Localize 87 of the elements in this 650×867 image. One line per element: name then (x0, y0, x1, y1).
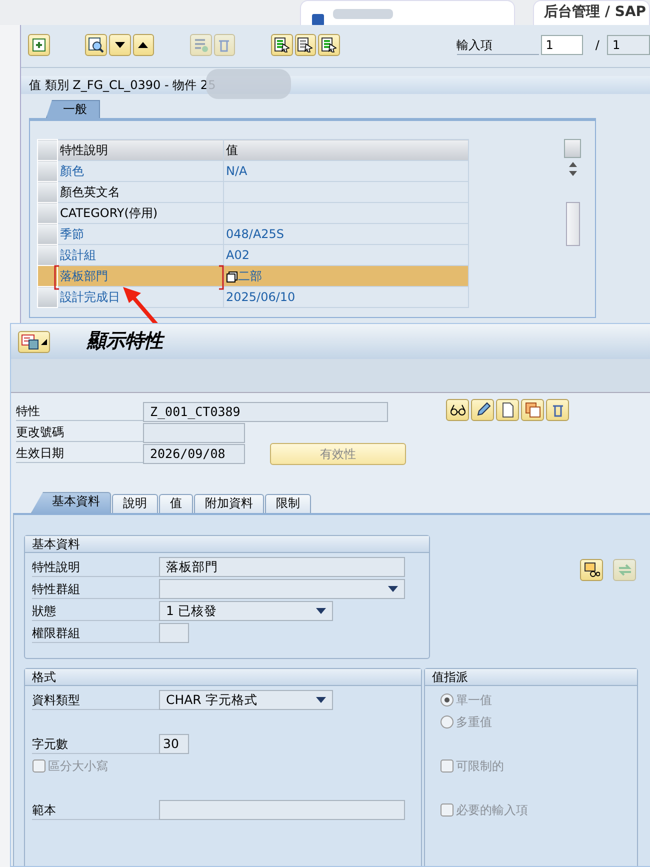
tab[interactable]: 值 (159, 494, 193, 513)
option-label: 可限制的 (456, 758, 504, 775)
separator-text: / (595, 37, 600, 54)
option-label: 單一值 (456, 692, 492, 709)
group-title: 格式 (25, 669, 421, 686)
field-label: 輸入項 (456, 36, 539, 54)
tab[interactable]: 附加資料 (194, 494, 264, 513)
select-icon (274, 37, 290, 53)
edit-button[interactable] (471, 399, 494, 421)
tab[interactable]: 限制 (265, 494, 311, 513)
document-icon (500, 402, 516, 418)
blurred-text (333, 9, 393, 19)
select-icon (320, 37, 337, 53)
scroll-down-icon (568, 170, 578, 178)
delete-button[interactable] (214, 34, 236, 56)
dropdown-field[interactable] (159, 579, 405, 599)
deselect-button[interactable] (318, 34, 340, 56)
select-block-button[interactable] (294, 34, 316, 56)
new-button[interactable] (496, 399, 519, 421)
row-selector[interactable] (38, 286, 58, 308)
speech-glasses-icon (584, 562, 600, 578)
tab[interactable]: 一般 (46, 100, 100, 118)
copy-button[interactable] (521, 399, 544, 421)
next-button[interactable] (109, 34, 131, 56)
select-all-button[interactable] (271, 34, 293, 56)
total-field: 1 (607, 35, 650, 55)
notes-button[interactable] (580, 559, 603, 581)
field-value: 1 已核發 (166, 602, 217, 620)
table-cell: N/A (224, 160, 468, 182)
tab[interactable]: 基本資料 (31, 492, 111, 513)
delete-button[interactable] (546, 399, 569, 421)
input-field[interactable]: 落板部門 (159, 557, 405, 577)
display-button[interactable] (446, 399, 469, 421)
table-cell: 季節 (58, 224, 224, 244)
table-cell: 048/A25S (224, 224, 468, 244)
add-row-icon (192, 37, 209, 53)
scroll-thumb[interactable] (566, 202, 580, 246)
column-header: 值 (224, 140, 468, 160)
scroll-up-icon (568, 160, 578, 168)
search-icon (88, 37, 104, 53)
tab-title: 后台管理 / SAP (544, 3, 646, 22)
table-cell: 2025/06/10 (224, 286, 468, 308)
switch-button[interactable] (613, 559, 636, 581)
table-cell: CATEGORY(停用) (58, 202, 224, 224)
group-title: 值指派 (425, 669, 637, 686)
table-cell: 二部 (238, 269, 262, 283)
entry-field[interactable]: 1 (540, 35, 584, 55)
input-field[interactable]: 2026/09/08 (143, 444, 245, 464)
caret-down-icon (388, 586, 398, 592)
input-field[interactable] (159, 623, 189, 643)
input-field[interactable] (159, 800, 405, 820)
create-button[interactable] (28, 34, 50, 56)
validity-button: 有效性 (270, 442, 406, 464)
option-label: 多重值 (456, 714, 492, 731)
menu-button[interactable] (18, 330, 50, 352)
input-field[interactable]: Z_001_CT0389 (143, 402, 388, 422)
dropdown-field[interactable]: CHAR 字元格式 (159, 690, 333, 710)
add-icon (30, 37, 47, 53)
glasses-icon (450, 402, 466, 418)
caret-icon (41, 338, 47, 344)
row-header[interactable] (38, 140, 58, 160)
input-field[interactable] (143, 422, 245, 442)
select-icon (297, 37, 314, 53)
group-title: 基本資料 (25, 536, 429, 553)
pencil-icon (474, 402, 490, 418)
screen-title: 顯示特性 (87, 329, 163, 354)
caret-down-icon (316, 608, 326, 614)
page-icon (311, 13, 325, 27)
screen-icon (21, 334, 39, 350)
field-value: CHAR 字元格式 (166, 691, 258, 709)
tab[interactable]: 說明 (112, 494, 158, 513)
find-button[interactable] (85, 34, 107, 56)
table-cell: 落板部門 (58, 266, 224, 286)
caret-down-icon (316, 697, 326, 703)
option-label: 區分大小寫 (48, 758, 108, 775)
previous-button[interactable] (132, 34, 154, 56)
option-label: 必要的輸入項 (456, 802, 528, 819)
dropdown-field[interactable]: 1 已核發 (159, 601, 333, 621)
arrows-icon (616, 562, 632, 578)
column-header: 特性說明 (58, 140, 224, 160)
copy-icon (226, 270, 238, 283)
table-cell: 顏色英文名 (58, 182, 224, 202)
table-cell: 顏色 (58, 160, 224, 182)
copy-icon (524, 402, 540, 418)
scroll-box[interactable] (564, 139, 581, 158)
input-field[interactable]: 30 (159, 734, 189, 754)
insert-row-button[interactable] (190, 34, 212, 56)
